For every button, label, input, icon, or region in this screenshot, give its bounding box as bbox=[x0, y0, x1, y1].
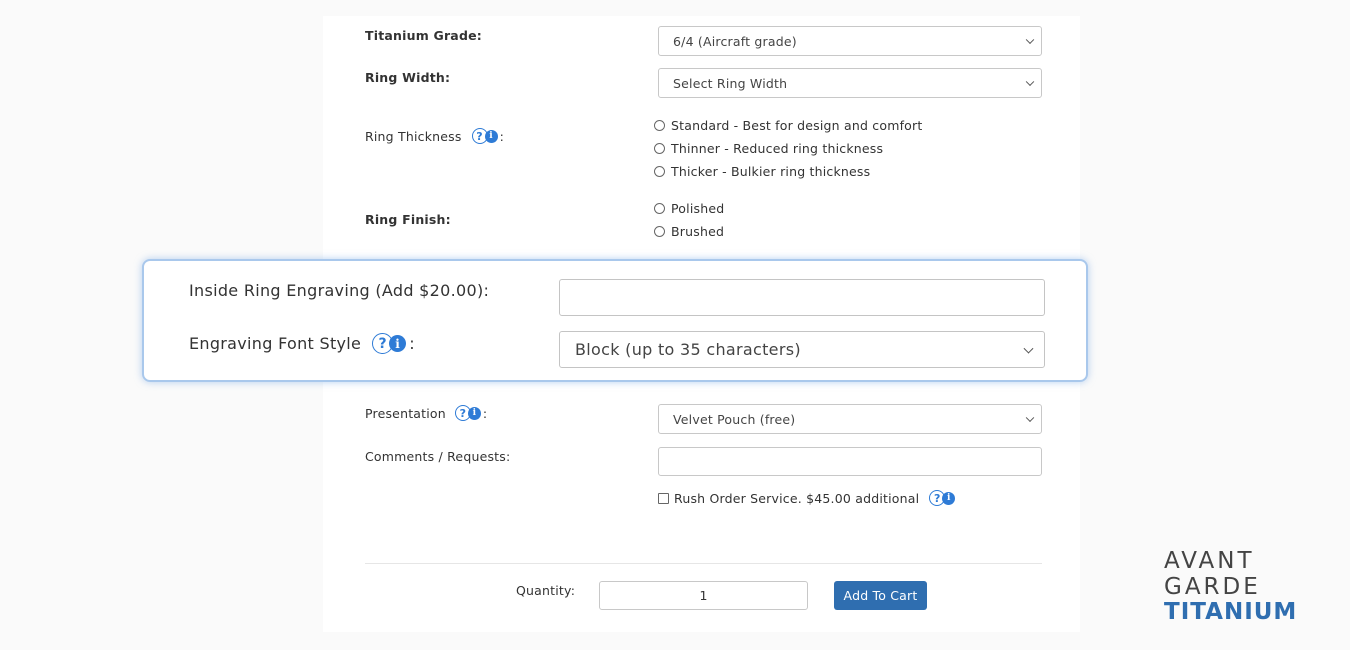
radio-button[interactable] bbox=[654, 166, 665, 177]
quantity-label: Quantity: bbox=[516, 583, 576, 598]
radio-button[interactable] bbox=[654, 143, 665, 154]
titanium-grade-label: Titanium Grade: bbox=[365, 28, 482, 43]
logo-line-garde: GARDE bbox=[1164, 574, 1261, 600]
ring-thickness-colon: : bbox=[499, 128, 504, 144]
presentation-select[interactable]: Velvet Pouch (free) bbox=[658, 404, 1042, 434]
info-icon[interactable]: i bbox=[484, 129, 498, 143]
font-style-colon: : bbox=[409, 334, 415, 353]
radio-thickness-thicker[interactable]: Thicker - Bulkier ring thickness bbox=[654, 164, 870, 179]
radio-thickness-thinner[interactable]: Thinner - Reduced ring thickness bbox=[654, 141, 883, 156]
comments-input[interactable] bbox=[658, 447, 1042, 476]
font-style-value: Block (up to 35 characters) bbox=[575, 340, 801, 359]
rush-order-row[interactable]: Rush Order Service. $45.00 additional ? … bbox=[658, 490, 956, 506]
radio-label: Polished bbox=[671, 201, 725, 216]
ring-width-value: Select Ring Width bbox=[673, 75, 788, 91]
ring-thickness-help[interactable]: ? i bbox=[471, 128, 498, 144]
info-icon[interactable]: i bbox=[467, 406, 481, 420]
font-style-select[interactable]: Block (up to 35 characters) bbox=[559, 331, 1045, 368]
font-style-label: Engraving Font Style bbox=[189, 334, 362, 353]
radio-label: Brushed bbox=[671, 224, 725, 239]
ring-thickness-label-row: Ring Thickness ? i : bbox=[365, 128, 504, 144]
presentation-colon: : bbox=[482, 405, 488, 421]
titanium-grade-value: 6/4 (Aircraft grade) bbox=[673, 33, 797, 49]
engraving-input[interactable] bbox=[559, 279, 1045, 316]
info-icon[interactable]: i bbox=[389, 335, 407, 352]
logo-line-avant: AVANT bbox=[1164, 548, 1255, 574]
rush-order-help[interactable]: ? i bbox=[929, 490, 956, 506]
radio-finish-brushed[interactable]: Brushed bbox=[654, 224, 724, 239]
engraving-zoom-panel: Inside Ring Engraving (Add $20.00): Engr… bbox=[142, 259, 1088, 382]
logo-line-titanium: TITANIUM bbox=[1164, 599, 1298, 625]
font-style-help[interactable]: ? i bbox=[372, 333, 407, 354]
comments-label: Comments / Requests: bbox=[365, 449, 511, 464]
chevron-down-icon bbox=[1025, 77, 1035, 87]
info-icon[interactable]: i bbox=[942, 491, 956, 505]
ring-width-select[interactable]: Select Ring Width bbox=[658, 68, 1042, 98]
radio-finish-polished[interactable]: Polished bbox=[654, 201, 724, 216]
radio-button[interactable] bbox=[654, 226, 665, 237]
presentation-value: Velvet Pouch (free) bbox=[673, 411, 796, 427]
chevron-down-icon bbox=[1023, 343, 1034, 354]
radio-label: Thicker - Bulkier ring thickness bbox=[671, 164, 871, 179]
chevron-down-icon bbox=[1025, 413, 1035, 423]
radio-label: Thinner - Reduced ring thickness bbox=[671, 141, 884, 156]
chevron-down-icon bbox=[1025, 35, 1035, 45]
form-divider bbox=[365, 563, 1042, 564]
titanium-grade-select[interactable]: 6/4 (Aircraft grade) bbox=[658, 26, 1042, 56]
presentation-label: Presentation bbox=[365, 405, 446, 421]
radio-button[interactable] bbox=[654, 203, 665, 214]
quantity-input[interactable]: 1 bbox=[599, 581, 808, 610]
add-to-cart-button[interactable]: Add To Cart bbox=[834, 581, 927, 610]
font-style-label-row: Engraving Font Style ? i : bbox=[189, 333, 415, 354]
rush-order-checkbox[interactable] bbox=[658, 492, 669, 504]
engraving-label: Inside Ring Engraving (Add $20.00): bbox=[189, 281, 490, 300]
product-options-page: Titanium Grade: 6/4 (Aircraft grade) Rin… bbox=[0, 0, 1350, 650]
presentation-label-row: Presentation ? i : bbox=[365, 405, 487, 421]
ring-thickness-label: Ring Thickness bbox=[365, 128, 462, 144]
radio-button[interactable] bbox=[654, 120, 665, 131]
presentation-help[interactable]: ? i bbox=[454, 405, 481, 421]
brand-logo: AVANT GARDE TITANIUM bbox=[1164, 548, 1304, 624]
ring-width-label: Ring Width: bbox=[365, 70, 451, 85]
radio-thickness-standard[interactable]: Standard - Best for design and comfort bbox=[654, 118, 922, 133]
radio-label: Standard - Best for design and comfort bbox=[671, 118, 923, 133]
ring-finish-label: Ring Finish: bbox=[365, 212, 451, 227]
rush-order-label: Rush Order Service. $45.00 additional bbox=[674, 490, 920, 506]
